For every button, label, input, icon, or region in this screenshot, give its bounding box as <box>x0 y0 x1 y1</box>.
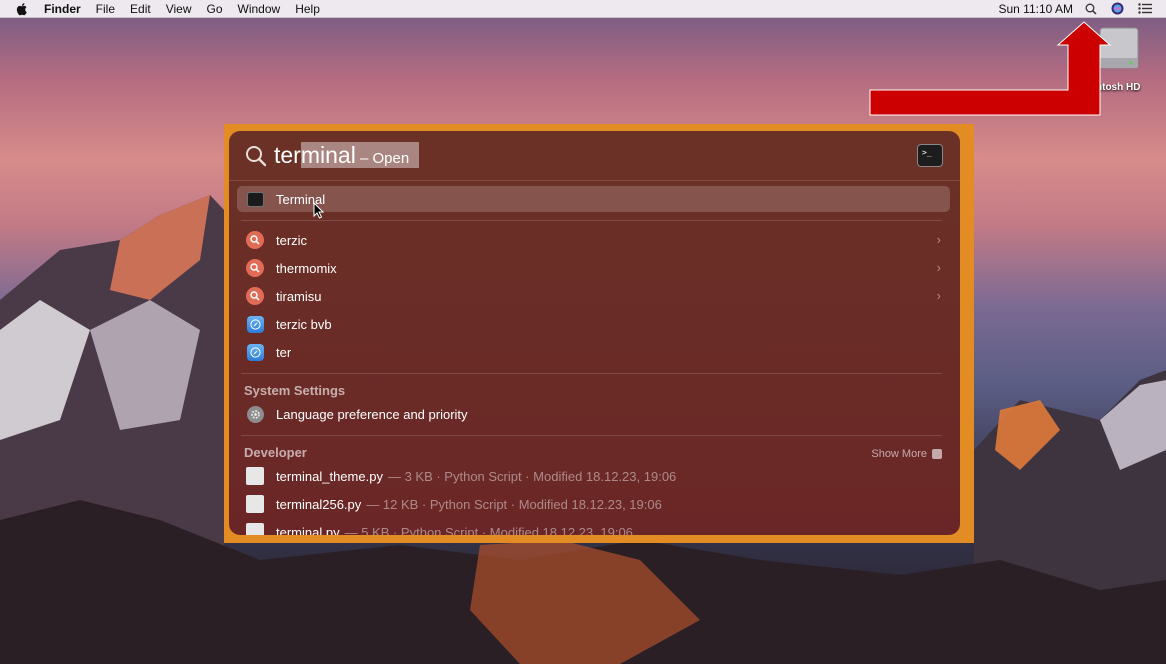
search-suggestion-icon <box>246 231 264 249</box>
divider <box>229 180 960 181</box>
result-label: terminal256.py <box>276 496 362 512</box>
divider <box>241 373 942 374</box>
menu-file[interactable]: File <box>96 2 115 16</box>
menu-edit[interactable]: Edit <box>130 2 151 16</box>
menu-clock[interactable]: Sun 11:10 AM <box>999 2 1074 16</box>
result-label: tiramisu <box>276 288 322 304</box>
result-label: ter <box>276 344 292 360</box>
safari-icon <box>246 315 264 333</box>
divider <box>241 435 942 436</box>
result-label: terminal.py <box>276 524 340 536</box>
query-hint: – Open <box>355 150 410 167</box>
apple-menu-icon[interactable] <box>16 2 32 16</box>
mouse-cursor-icon <box>313 202 325 219</box>
section-title-system-settings: System Settings <box>244 383 346 398</box>
search-suggestion-icon <box>246 259 264 277</box>
search-icon <box>245 145 267 172</box>
python-file-icon <box>246 467 264 485</box>
spotlight-search-icon[interactable] <box>1085 3 1097 15</box>
spotlight-panel: terminal – Open >_ Terminal terzic › the… <box>229 131 960 535</box>
python-file-icon <box>246 495 264 513</box>
menu-bar: Finder File Edit View Go Window Help Sun… <box>0 0 1166 18</box>
result-suggestion-thermomix[interactable]: thermomix › <box>237 255 950 281</box>
result-suggestion-tiramisu[interactable]: tiramisu › <box>237 283 950 309</box>
search-suggestion-icon <box>246 287 264 305</box>
chevron-right-icon: › <box>936 260 941 275</box>
query-autocomplete: minal – Open <box>300 142 420 168</box>
result-top-hit-terminal[interactable]: Terminal <box>237 186 950 212</box>
result-meta: — 12 KB · Python Script · Modified 18.12… <box>366 496 662 512</box>
result-meta: — 5 KB · Python Script · Modified 18.12.… <box>344 524 633 536</box>
result-meta: — 3 KB · Python Script · Modified 18.12.… <box>387 468 677 484</box>
notification-center-icon[interactable] <box>1138 3 1152 14</box>
terminal-preview-icon: >_ <box>917 144 943 167</box>
show-more-icon <box>932 449 942 459</box>
menu-app-name[interactable]: Finder <box>44 2 81 16</box>
show-more-button[interactable]: Show More <box>871 448 942 460</box>
menu-view[interactable]: View <box>166 2 192 16</box>
result-label: terzic <box>276 232 308 248</box>
result-label: thermomix <box>276 260 337 276</box>
chevron-right-icon: › <box>936 232 941 247</box>
safari-icon <box>246 343 264 361</box>
result-language-preference[interactable]: Language preference and priority <box>237 401 950 427</box>
settings-icon <box>246 405 264 423</box>
menu-window[interactable]: Window <box>238 2 281 16</box>
result-label: terminal_theme.py <box>276 468 383 484</box>
show-more-label: Show More <box>871 448 927 460</box>
divider <box>241 220 942 221</box>
result-file-terminal256[interactable]: terminal256.py — 12 KB · Python Script ·… <box>237 491 950 517</box>
result-label: Language preference and priority <box>276 406 468 422</box>
menu-go[interactable]: Go <box>207 2 223 16</box>
result-label: terzic bvb <box>276 316 332 332</box>
query-typed-text: ter <box>274 142 301 168</box>
terminal-icon <box>246 190 264 208</box>
python-file-icon <box>246 523 264 535</box>
menu-help[interactable]: Help <box>295 2 320 16</box>
spotlight-search-bar[interactable]: terminal – Open >_ <box>229 131 960 181</box>
result-website-terzic-bvb[interactable]: terzic bvb <box>237 311 950 337</box>
section-title-developer: Developer <box>244 445 307 460</box>
result-file-terminal[interactable]: terminal.py — 5 KB · Python Script · Mod… <box>237 519 950 535</box>
siri-icon[interactable] <box>1111 2 1124 15</box>
result-file-terminal-theme[interactable]: terminal_theme.py — 3 KB · Python Script… <box>237 463 950 489</box>
chevron-right-icon: › <box>936 288 941 303</box>
annotation-arrow <box>869 21 1112 116</box>
search-input[interactable]: terminal – Open <box>274 140 420 174</box>
result-suggestion-terzic[interactable]: terzic › <box>237 227 950 253</box>
result-website-ter[interactable]: ter <box>237 339 950 365</box>
